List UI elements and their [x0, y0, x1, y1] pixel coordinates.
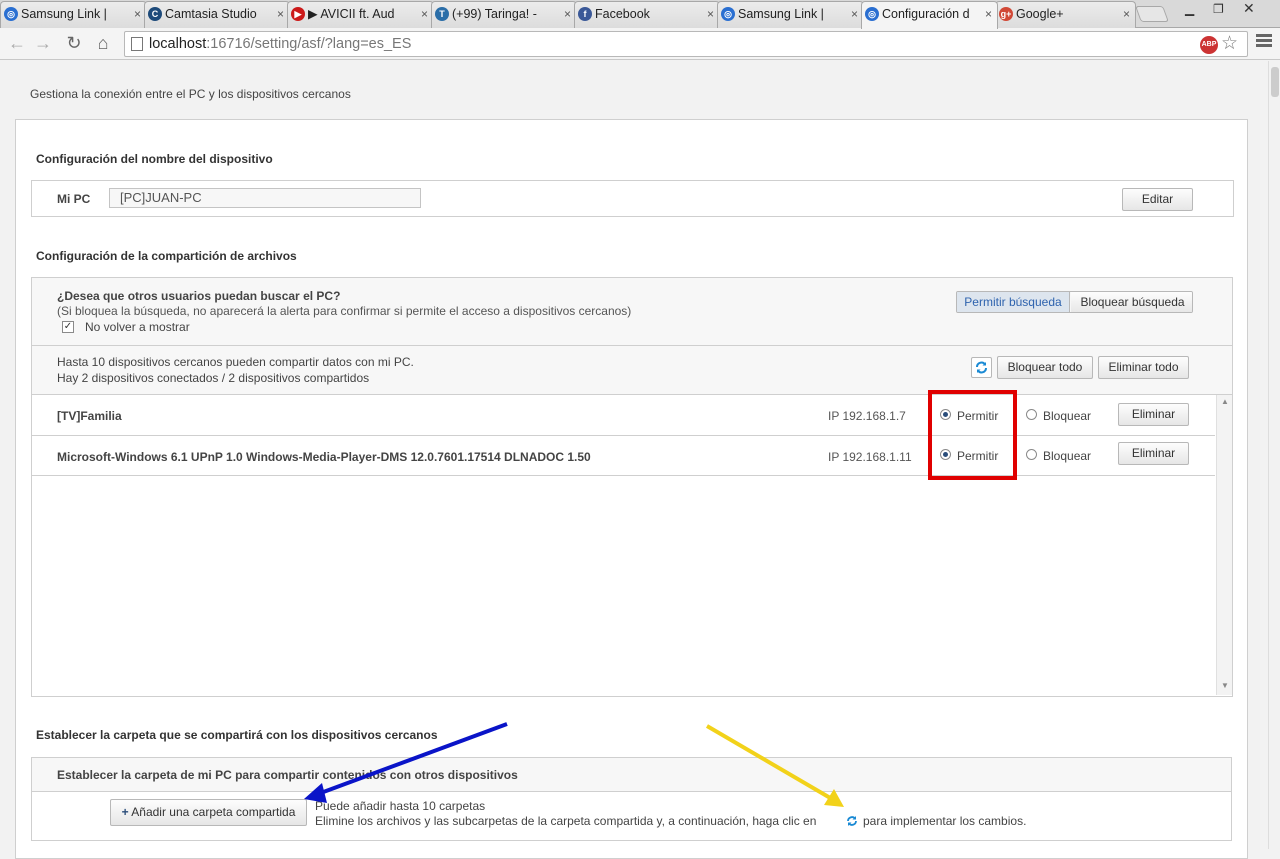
- tab-close-icon[interactable]: ×: [421, 2, 428, 26]
- yellow-arrow: [705, 724, 834, 801]
- tab-close-icon[interactable]: ×: [277, 2, 284, 26]
- browser-tab[interactable]: ◎ Samsung Link | ×: [717, 1, 864, 28]
- tab-title: Configuración d: [882, 7, 970, 21]
- samsung-link-icon: ◎: [721, 7, 735, 21]
- browser-tab[interactable]: ◎ Configuración d ×: [861, 1, 998, 29]
- youtube-icon: ▶: [291, 7, 305, 21]
- browser-tab[interactable]: T (+99) Taringa! - ×: [431, 1, 577, 28]
- page-content: Gestiona la conexión entre el PC y los d…: [0, 61, 1268, 859]
- reload-icon[interactable]: ↻: [63, 32, 85, 54]
- tab-close-icon[interactable]: ×: [985, 2, 992, 26]
- tab-title: Google+: [1016, 7, 1064, 21]
- facebook-icon: f: [578, 7, 592, 21]
- maximize-icon[interactable]: ❐: [1213, 2, 1224, 16]
- tab-title: (+99) Taringa! -: [452, 7, 537, 21]
- scroll-thumb[interactable]: [1271, 67, 1279, 97]
- browser-tab[interactable]: g+ Google+ ×: [995, 1, 1136, 28]
- url-text: localhost:16716/setting/asf/?lang=es_ES: [149, 36, 412, 52]
- tab-title: Samsung Link |: [738, 7, 824, 21]
- home-icon[interactable]: ⌂: [92, 32, 114, 54]
- menu-icon[interactable]: [1256, 34, 1272, 50]
- new-tab-button[interactable]: [1135, 6, 1169, 22]
- address-bar[interactable]: localhost:16716/setting/asf/?lang=es_ES …: [124, 31, 1248, 57]
- adblock-icon[interactable]: ABP: [1200, 36, 1218, 54]
- browser-tab[interactable]: ▶ ▶ AVICII ft. Aud ×: [287, 1, 434, 28]
- tab-close-icon[interactable]: ×: [134, 2, 141, 26]
- tab-title: Facebook: [595, 7, 650, 21]
- tab-close-icon[interactable]: ×: [707, 2, 714, 26]
- bookmark-star-icon[interactable]: ☆: [1221, 32, 1238, 55]
- google-plus-icon: g+: [999, 7, 1013, 21]
- blue-arrow: [317, 722, 508, 796]
- blue-arrow-head: [304, 783, 327, 803]
- page-scrollbar[interactable]: [1268, 61, 1280, 849]
- samsung-link-icon: ◎: [865, 7, 879, 21]
- tab-close-icon[interactable]: ×: [1123, 2, 1130, 26]
- forward-icon[interactable]: →: [32, 32, 54, 54]
- annotation-arrows: [304, 722, 844, 807]
- page-icon: [131, 37, 143, 51]
- browser-tab-strip: ◎ Samsung Link | × C Camtasia Studio × ▶ ▶ AVIC…: [0, 0, 1280, 29]
- taringa-icon: T: [435, 7, 449, 21]
- camtasia-icon: C: [148, 7, 162, 21]
- tab-title: ▶ AVICII ft. Aud: [308, 7, 395, 21]
- tab-close-icon[interactable]: ×: [851, 2, 858, 26]
- tab-close-icon[interactable]: ×: [564, 2, 571, 26]
- samsung-link-icon: ◎: [4, 7, 18, 21]
- minimize-icon[interactable]: ▁: [1185, 2, 1194, 16]
- browser-toolbar: ← → ↻ ⌂ localhost:16716/setting/asf/?lan…: [0, 28, 1280, 60]
- tab-title: Camtasia Studio: [165, 7, 257, 21]
- close-window-icon[interactable]: ✕: [1243, 0, 1255, 17]
- back-icon[interactable]: ←: [6, 32, 28, 54]
- browser-tab[interactable]: ◎ Samsung Link | ×: [0, 1, 147, 28]
- browser-tab[interactable]: f Facebook ×: [574, 1, 720, 28]
- tab-title: Samsung Link |: [21, 7, 107, 21]
- browser-tab[interactable]: C Camtasia Studio ×: [144, 1, 290, 28]
